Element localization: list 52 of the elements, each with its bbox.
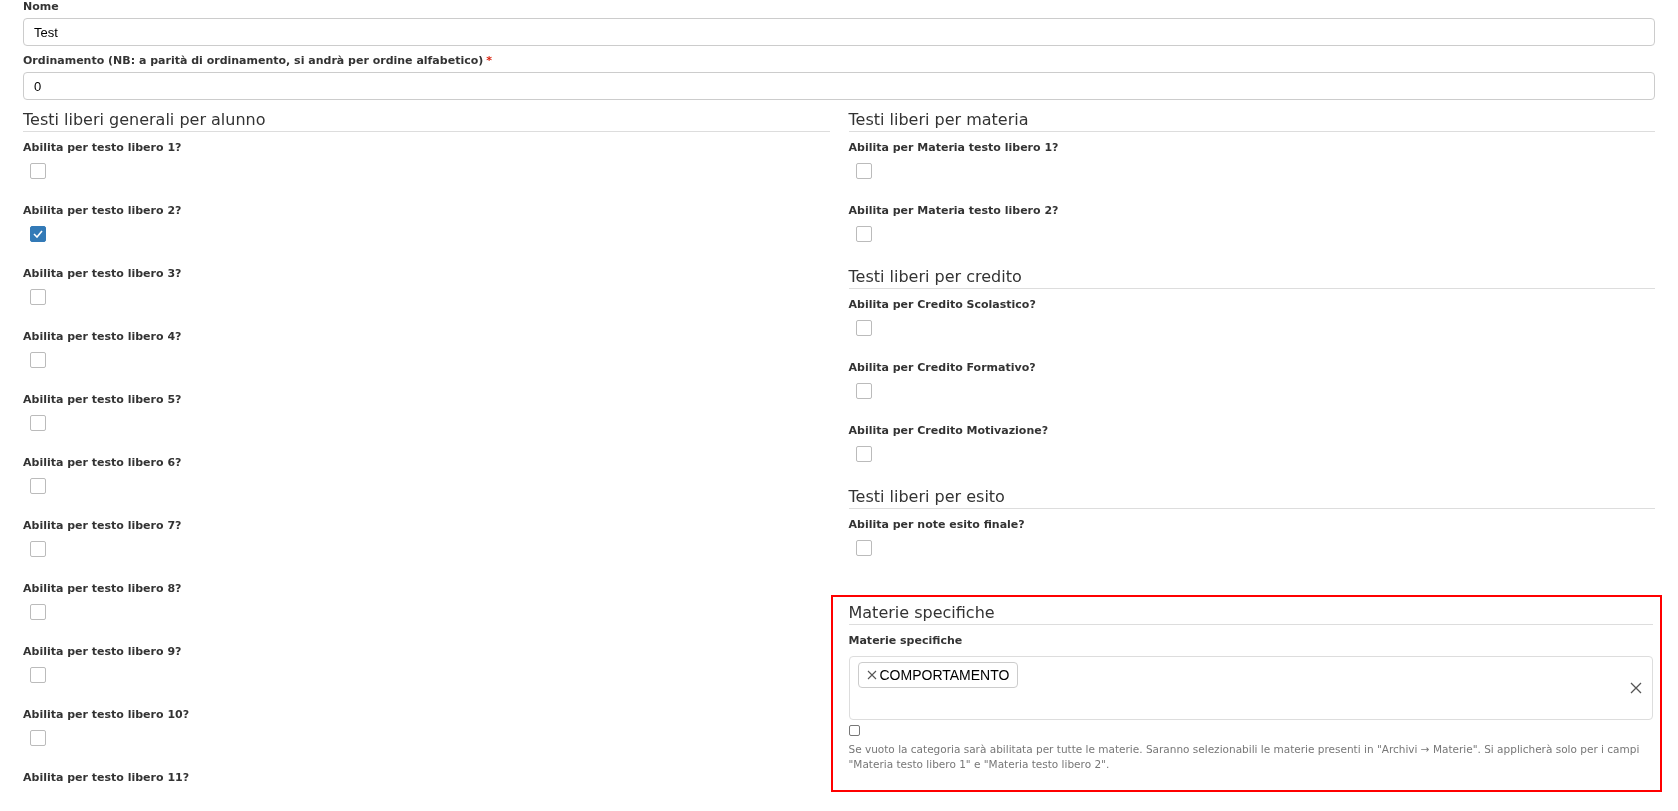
field-label: Nome bbox=[23, 0, 60, 14]
help-text: Se vuoto la categoria sarà abilitata per tutte le materie. Saranno selezionabili le materie presenti in "Archivi → Materie". Si applicherà solo per i campi "Materia testo libero 1" e "Materia testo libero 2". bbox=[848, 742, 1641, 772]
option-label: Abilita per Credito Scolastico? bbox=[848, 298, 1036, 312]
checkbox[interactable] bbox=[855, 540, 872, 556]
field-label: Ordinamento (NB: a parità di ordinamento, si andrà per ordine alfabetico) * bbox=[23, 54, 494, 68]
checkbox[interactable] bbox=[30, 478, 46, 494]
required-mark: * bbox=[486, 54, 493, 67]
option-label: Abilita per testo libero 2? bbox=[23, 204, 182, 218]
section-heading: Testi liberi per credito bbox=[848, 267, 1655, 289]
text-field[interactable]: 0 bbox=[23, 72, 1655, 100]
checkbox[interactable] bbox=[855, 383, 872, 399]
option-label: Abilita per Materia testo libero 2? bbox=[848, 204, 1059, 218]
checkbox[interactable] bbox=[30, 352, 46, 368]
checkbox[interactable] bbox=[855, 226, 872, 242]
option-label: Abilita per testo libero 10? bbox=[23, 708, 190, 722]
clear-button[interactable] bbox=[1628, 680, 1644, 696]
option-label: Abilita per testo libero 3? bbox=[23, 267, 182, 281]
close-icon bbox=[1630, 682, 1642, 694]
check-icon bbox=[33, 230, 43, 238]
option-label: Abilita per note esito finale? bbox=[848, 518, 1025, 532]
multi-select-field[interactable]: COMPORTAMENTO bbox=[848, 656, 1653, 720]
option-label: Abilita per testo libero 1? bbox=[23, 141, 182, 155]
section-heading: Testi liberi per esito bbox=[848, 487, 1655, 509]
checkbox[interactable] bbox=[848, 725, 860, 736]
section-heading: Materie specifiche bbox=[848, 603, 1653, 625]
option-label: Abilita per Credito Formativo? bbox=[848, 361, 1036, 375]
option-label: Abilita per testo libero 4? bbox=[23, 330, 182, 344]
checkbox[interactable] bbox=[30, 541, 46, 557]
section-heading: Testi liberi per materia bbox=[848, 110, 1655, 132]
close-icon[interactable] bbox=[866, 670, 877, 680]
option-label: Abilita per Credito Motivazione? bbox=[848, 424, 1049, 438]
checkbox[interactable] bbox=[30, 604, 46, 620]
text-field[interactable]: Test bbox=[23, 18, 1655, 46]
option-label: Abilita per testo libero 8? bbox=[23, 582, 182, 596]
checkbox[interactable] bbox=[30, 163, 46, 179]
selected-tag[interactable]: COMPORTAMENTO bbox=[857, 662, 1019, 688]
checkbox[interactable] bbox=[855, 446, 872, 462]
section-heading: Testi liberi generali per alunno bbox=[23, 110, 830, 132]
checkbox[interactable] bbox=[30, 289, 46, 305]
option-label: Abilita per testo libero 11? bbox=[23, 771, 190, 785]
checkbox[interactable] bbox=[855, 320, 872, 336]
option-label: Abilita per testo libero 9? bbox=[23, 645, 182, 659]
option-label: Abilita per Materia testo libero 1? bbox=[848, 141, 1059, 155]
checkbox[interactable] bbox=[30, 667, 46, 683]
option-label: Abilita per testo libero 5? bbox=[23, 393, 182, 407]
checkbox[interactable] bbox=[30, 415, 46, 431]
checkbox[interactable] bbox=[30, 730, 46, 746]
checkbox[interactable] bbox=[30, 226, 46, 242]
field-label: Materie specifiche bbox=[848, 634, 964, 648]
option-label: Abilita per testo libero 7? bbox=[23, 519, 182, 533]
checkbox[interactable] bbox=[855, 163, 872, 179]
option-label: Abilita per testo libero 6? bbox=[23, 456, 182, 470]
